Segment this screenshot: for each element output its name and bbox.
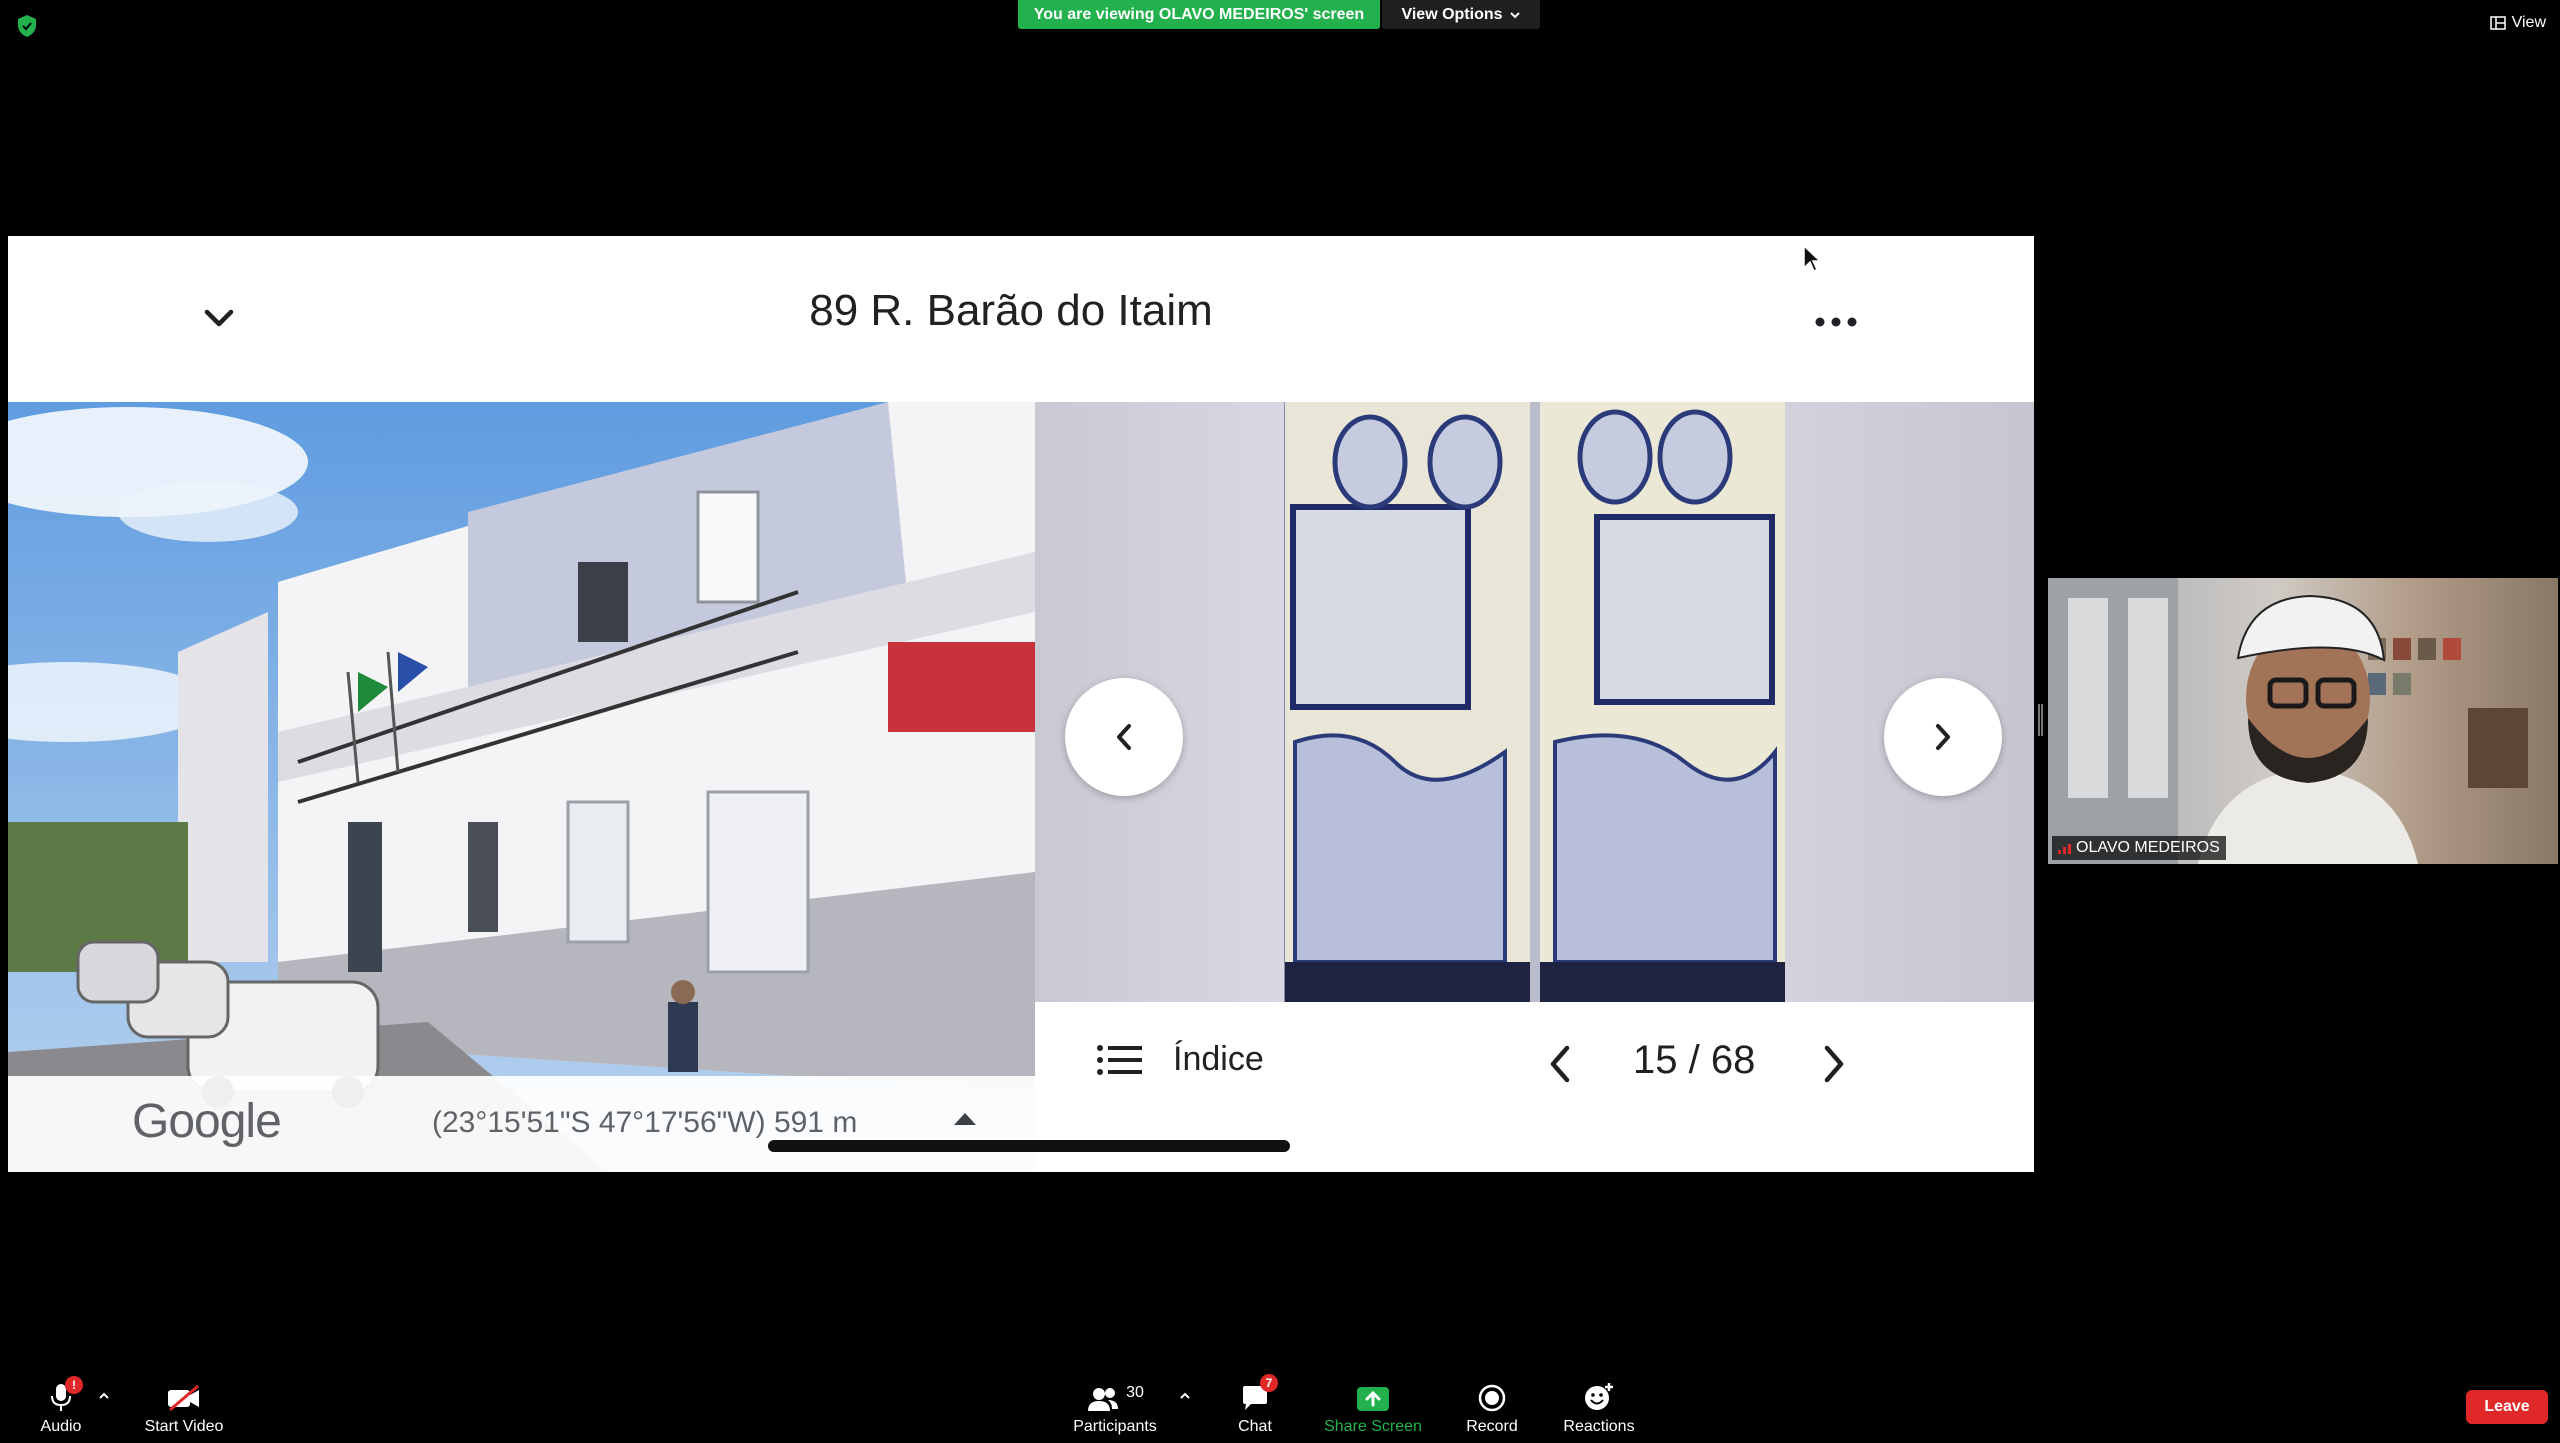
- index-label: Índice: [1173, 1040, 1264, 1078]
- chat-label: Chat: [1238, 1418, 1272, 1435]
- signal-bars-icon: [2058, 844, 2071, 854]
- shared-screen: 89 R. Barão do Itaim Google (23°15'51"S …: [8, 236, 2034, 1172]
- reactions-label: Reactions: [1563, 1418, 1635, 1435]
- audio-warning-badge: !: [65, 1376, 83, 1394]
- expand-button[interactable]: [952, 1110, 978, 1131]
- azulejo-tiles-photo: [1285, 402, 1785, 1002]
- more-dots-icon: [1815, 317, 1857, 327]
- participants-label: Participants: [1073, 1418, 1157, 1435]
- page-previous-button[interactable]: [1545, 1042, 1575, 1091]
- participant-video-tile[interactable]: OLAVO MEDEIROS: [2048, 578, 2558, 864]
- chat-unread-badge: 7: [1260, 1374, 1278, 1392]
- viewing-screen-banner: You are viewing OLAVO MEDEIROS' screen: [1018, 0, 1380, 29]
- chevron-right-icon: [1824, 1045, 1844, 1083]
- share-screen-icon: [1357, 1387, 1389, 1411]
- record-icon: [1478, 1384, 1506, 1412]
- mouse-cursor-icon: [1803, 244, 1822, 273]
- grid-view-icon: [2489, 16, 2506, 30]
- view-options-button[interactable]: View Options: [1382, 0, 1540, 29]
- participant-video-image: [2048, 578, 2528, 864]
- view-label: View: [2511, 14, 2546, 31]
- list-icon: [1097, 1044, 1142, 1075]
- home-indicator-bar[interactable]: [768, 1140, 1290, 1152]
- page-next-button[interactable]: [1819, 1042, 1849, 1091]
- more-options-button[interactable]: [1808, 294, 1864, 344]
- chevron-left-icon: [1550, 1045, 1570, 1083]
- view-button[interactable]: View: [2489, 14, 2546, 32]
- triangle-up-icon: [954, 1113, 976, 1125]
- start-video-button[interactable]: Start Video: [109, 1378, 259, 1438]
- view-options-label: View Options: [1401, 5, 1503, 23]
- reactions-smiley-icon: [1585, 1383, 1613, 1410]
- page-counter: 15 / 68: [1633, 1038, 1756, 1082]
- participant-name-tag: OLAVO MEDEIROS: [2052, 836, 2226, 860]
- place-header: 89 R. Barão do Itaim: [8, 236, 2034, 402]
- start-video-label: Start Video: [144, 1418, 224, 1435]
- photo-gallery: [1035, 402, 2034, 1002]
- place-title: 89 R. Barão do Itaim: [809, 286, 1213, 335]
- security-shield-icon[interactable]: [16, 14, 38, 38]
- video-off-icon: [168, 1384, 199, 1412]
- participants-button[interactable]: 30 Participants: [1040, 1378, 1190, 1438]
- gallery-previous-button[interactable]: [1065, 678, 1183, 796]
- index-button[interactable]: Índice: [1097, 1040, 1264, 1079]
- chevron-left-icon: [1117, 724, 1131, 750]
- chevron-right-icon: [1936, 724, 1950, 750]
- record-label: Record: [1466, 1418, 1518, 1435]
- google-logo: Google: [132, 1095, 282, 1148]
- coordinates-readout: (23°15'51"S 47°17'56"W) 591 m: [432, 1106, 858, 1139]
- chevron-down-icon: [1509, 11, 1520, 18]
- participants-count: 30: [1126, 1384, 1144, 1401]
- leave-meeting-button[interactable]: Leave: [2466, 1390, 2548, 1424]
- participant-name: OLAVO MEDEIROS: [2076, 839, 2220, 856]
- street-view-image[interactable]: [8, 402, 1035, 1172]
- reactions-button[interactable]: Reactions: [1524, 1378, 1674, 1438]
- participants-icon: [1088, 1388, 1119, 1411]
- gallery-next-button[interactable]: [1884, 678, 2002, 796]
- panel-resize-handle[interactable]: [2038, 704, 2043, 736]
- street-view-footer: Google (23°15'51"S 47°17'56"W) 591 m: [8, 1076, 1035, 1172]
- audio-label: Audio: [40, 1418, 82, 1435]
- share-screen-label: Share Screen: [1324, 1418, 1422, 1435]
